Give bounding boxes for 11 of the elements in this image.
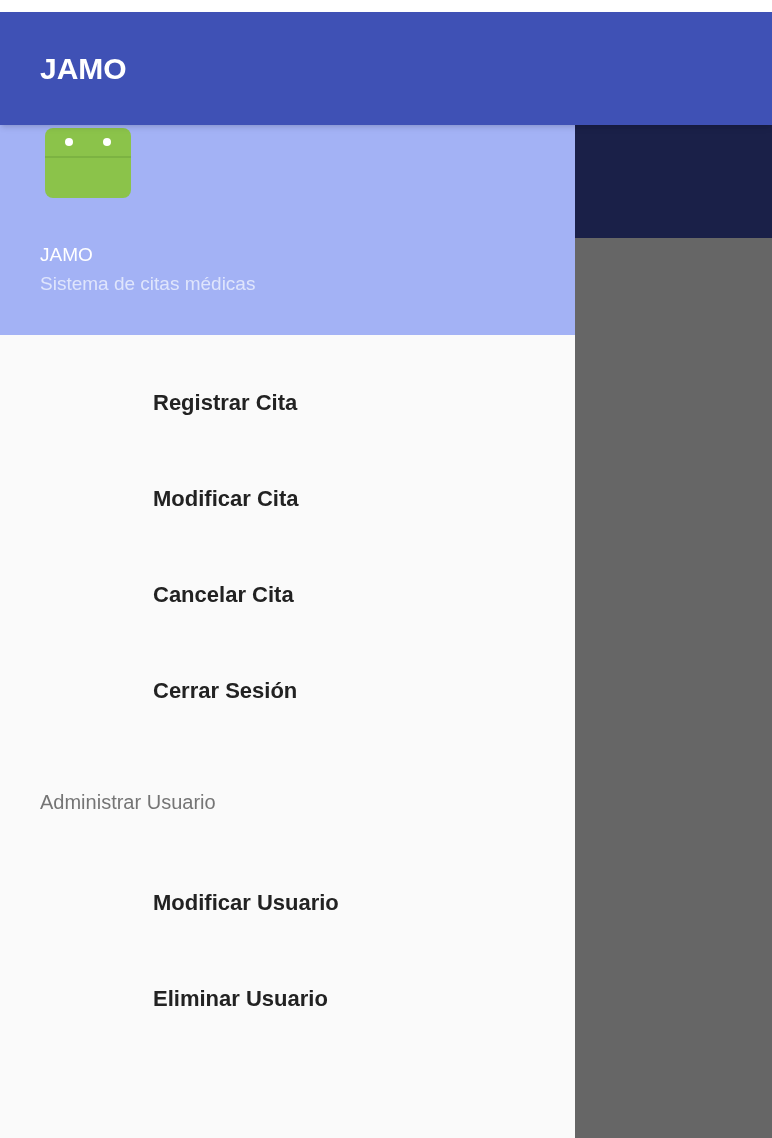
section-header: Administrar Usuario xyxy=(40,790,216,815)
menu-item[interactable]: Cancelar Cita xyxy=(0,546,575,642)
app-title: JAMO xyxy=(40,51,127,87)
menu-item[interactable]: Cerrar Sesión xyxy=(0,642,575,738)
header-subtitle: Sistema de citas médicas xyxy=(40,272,257,296)
menu-item[interactable]: Modificar Usuario xyxy=(0,854,575,950)
menu-item[interactable]: Eliminar Usuario xyxy=(0,950,575,1046)
menu-item[interactable]: Modificar Cita xyxy=(0,450,575,546)
header-title: JAMO xyxy=(40,243,94,267)
android-icon xyxy=(45,128,131,198)
menu-item[interactable]: Registrar Cita xyxy=(0,354,575,450)
